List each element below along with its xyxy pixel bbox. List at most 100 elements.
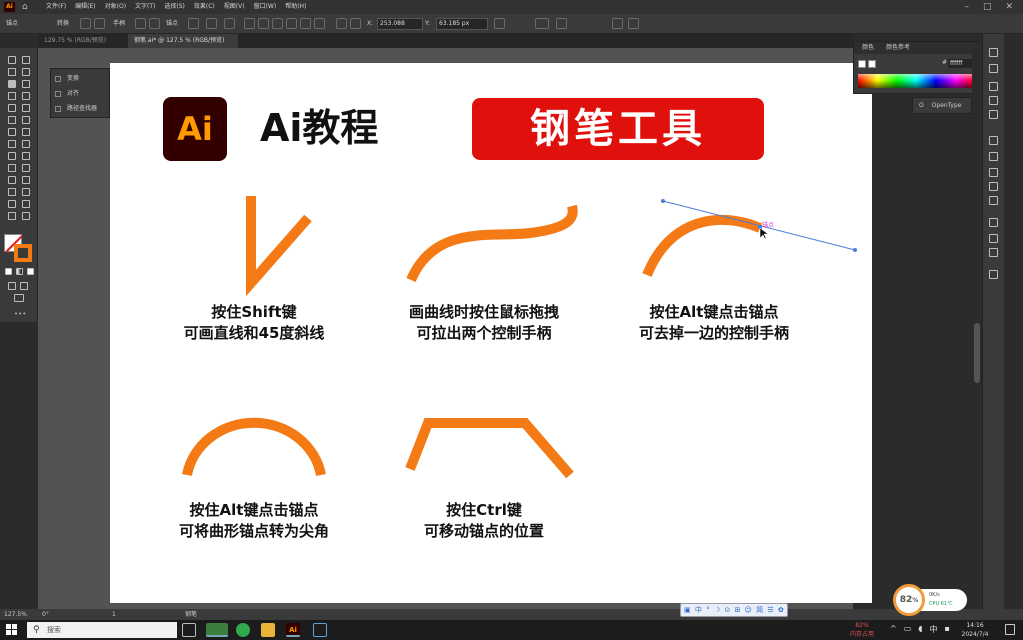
symbols-icon[interactable] [989, 152, 998, 161]
scale-tool-icon[interactable] [22, 128, 30, 136]
ime-item[interactable]: ✿ [778, 606, 784, 614]
gradient-panel-icon[interactable] [989, 182, 998, 191]
tab-color-guide[interactable]: 颜色参考 [886, 42, 910, 54]
pen-tool-icon[interactable] [8, 80, 16, 88]
free-transform-icon[interactable] [22, 140, 30, 148]
menu-effect[interactable]: 效果(C) [194, 0, 215, 14]
ime-item[interactable]: 中 [695, 606, 702, 614]
paintbrush-icon[interactable] [22, 104, 30, 112]
eraser-icon[interactable] [22, 116, 30, 124]
align-panel-button[interactable]: 对齐 [55, 88, 79, 100]
vertical-scrollbar[interactable] [972, 48, 982, 609]
transform-icon[interactable] [556, 18, 567, 29]
symbol-sprayer-icon[interactable] [8, 188, 16, 196]
volume-icon[interactable]: ◖ [918, 624, 922, 635]
fill-mini-swatch[interactable] [858, 60, 866, 68]
align-middle-icon[interactable] [300, 18, 311, 29]
notification-icon[interactable] [1005, 624, 1015, 635]
align-center-icon[interactable] [258, 18, 269, 29]
screen-mode-icon[interactable] [14, 294, 24, 302]
menu-help[interactable]: 帮助(H) [285, 0, 306, 14]
stroke-panel-icon[interactable] [989, 168, 998, 177]
taskbar-clock[interactable]: 14:16 2024/7/4 [955, 621, 995, 639]
chevron-up-icon[interactable]: ^ [890, 624, 897, 635]
tab-color[interactable]: 颜色 [862, 42, 874, 54]
hide-handles-icon[interactable] [149, 18, 160, 29]
alt-handle-demo[interactable] [642, 214, 762, 277]
rectangle-tool-icon[interactable] [8, 104, 16, 112]
curvature-tool-icon[interactable] [22, 80, 30, 88]
menu-object[interactable]: 对象(O) [105, 0, 126, 14]
scroll-thumb[interactable] [974, 323, 980, 383]
perspective-icon[interactable] [22, 152, 30, 160]
menu-select[interactable]: 选择(S) [164, 0, 185, 14]
swatches-icon[interactable] [989, 110, 998, 119]
home-icon[interactable]: ⌂ [22, 2, 28, 12]
cc-libraries-icon[interactable] [989, 48, 998, 57]
pathfinder-panel-button[interactable]: 路径查找器 [55, 103, 97, 115]
convert-smooth-icon[interactable] [94, 18, 105, 29]
ime-item[interactable]: ☰ [767, 606, 773, 614]
shaper-tool-icon[interactable] [8, 116, 16, 124]
browser-icon[interactable] [236, 623, 250, 637]
taskbar-search[interactable]: ⚲ 搜索 [27, 622, 177, 638]
rotate-field[interactable]: 0° [42, 609, 49, 620]
opentype-panel[interactable]: O OpenType [912, 97, 972, 114]
color-panel-icon[interactable] [989, 82, 998, 91]
color-guide-icon[interactable] [989, 96, 998, 105]
menu-type[interactable]: 文字(T) [135, 0, 155, 14]
task-view-icon[interactable] [182, 623, 196, 637]
menu-view[interactable]: 视图(V) [224, 0, 245, 14]
workspace-icon[interactable] [628, 18, 639, 29]
lasso-icon[interactable] [22, 68, 30, 76]
eyedropper-icon[interactable] [8, 176, 16, 184]
ime-item[interactable]: 简 [756, 606, 763, 614]
direct-selection-tool-icon[interactable] [22, 56, 30, 64]
mesh-tool-icon[interactable] [8, 164, 16, 172]
brushes-icon[interactable] [989, 136, 998, 145]
file-explorer-icon[interactable] [261, 623, 275, 637]
drag-curve-demo[interactable] [406, 204, 578, 283]
warp-tool-icon[interactable] [8, 140, 16, 148]
ime-logo-icon[interactable]: ▣ [684, 606, 691, 614]
ime-item[interactable]: ° [706, 606, 710, 614]
app-tray-icon[interactable]: ▪ [944, 624, 949, 635]
color-mode-icon[interactable] [5, 268, 12, 275]
column-graph-icon[interactable] [22, 188, 30, 196]
illustrator-taskbar-icon[interactable]: Ai [286, 623, 300, 637]
isolate-icon[interactable] [612, 18, 623, 29]
magic-wand-icon[interactable] [8, 68, 16, 76]
draw-mode-icon[interactable] [8, 282, 16, 290]
ime-lang[interactable]: 中 [929, 624, 937, 635]
width-icon[interactable] [494, 18, 505, 29]
minimize-icon[interactable]: – [964, 0, 969, 14]
type-tool-icon[interactable] [8, 92, 16, 100]
wechat-icon[interactable] [206, 623, 228, 637]
layers-icon[interactable] [989, 218, 998, 227]
connect-anchor-icon[interactable] [206, 18, 217, 29]
artboard-tool-icon[interactable] [8, 200, 16, 208]
distribute-icon[interactable] [336, 18, 347, 29]
align-right-icon[interactable] [272, 18, 283, 29]
gradient-tool-icon[interactable] [22, 164, 30, 172]
shape-builder-icon[interactable] [8, 152, 16, 160]
transform-panel-button[interactable]: 变换 [55, 73, 79, 85]
stroke-swatch[interactable] [14, 244, 32, 262]
none-mode-icon[interactable] [27, 268, 34, 275]
performance-widget[interactable]: 0K/s CPU 61℃ 82% [893, 584, 973, 616]
distribute-icon[interactable] [350, 18, 361, 29]
ctrl-move-demo[interactable] [405, 418, 574, 479]
network-icon[interactable]: ▭ [904, 624, 912, 635]
ime-item[interactable]: ⊞ [734, 606, 740, 614]
video-app-icon[interactable] [313, 623, 327, 637]
rotate-tool-icon[interactable] [8, 128, 16, 136]
cut-path-icon[interactable] [224, 18, 235, 29]
convert-corner-icon[interactable] [80, 18, 91, 29]
y-field[interactable]: 63.185 px [436, 18, 488, 30]
handle-point[interactable] [853, 248, 857, 252]
x-field[interactable]: 253.088 [377, 18, 423, 30]
menu-edit[interactable]: 编辑(E) [75, 0, 95, 14]
ime-item[interactable]: ☺ [745, 606, 752, 614]
transparency-icon[interactable] [989, 196, 998, 205]
selection-tool-icon[interactable] [8, 56, 16, 64]
